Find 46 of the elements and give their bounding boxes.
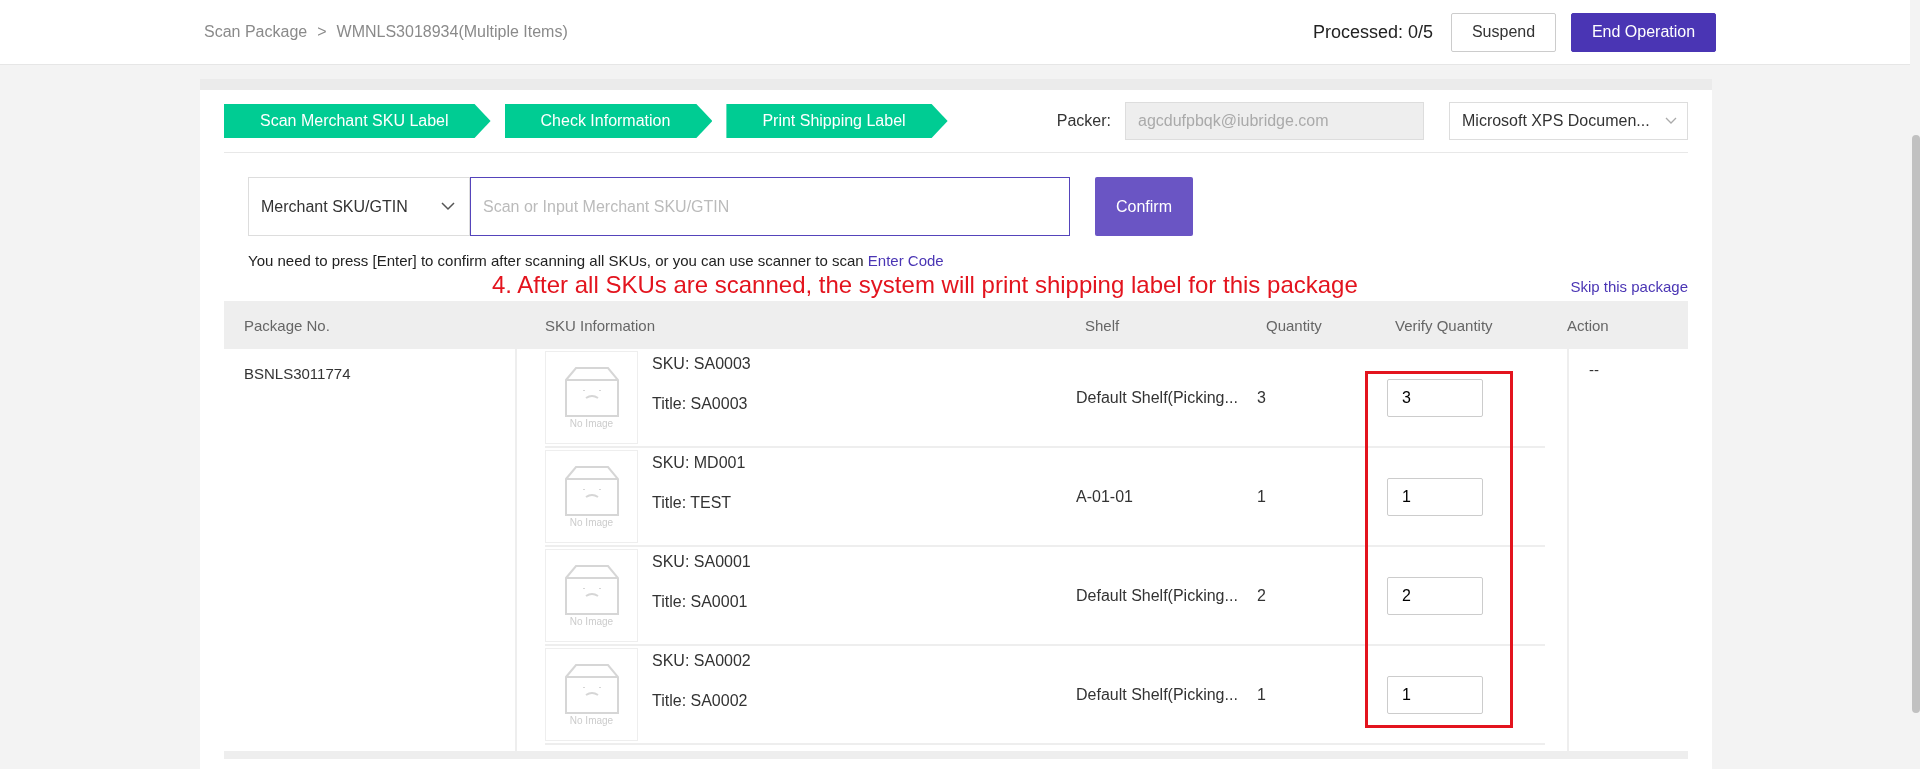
column-header: Shelf [1085,316,1121,334]
column-header: Quantity [1266,316,1323,334]
chevron-down-icon [441,202,455,211]
enter-code-link[interactable]: Enter Code [867,252,944,269]
table-cell: -- [1589,361,1599,378]
table-cell-text: 2 [1257,586,1267,605]
hint-text: You need to press [Enter] to confirm after scanning all SKUs, or you can use scanner to scan Enter Code [248,252,944,269]
verify-quantity-field[interactable]: 3 [1387,378,1483,417]
printer-select[interactable]: Microsoft XPS Documen... [1449,102,1688,140]
scrollbar-thumb[interactable] [1912,135,1920,713]
table-cell-text: Default Shelf(Picking... [1076,685,1239,704]
suspend-button[interactable]: Suspend [1451,12,1556,52]
table-cell-text: 3 [1257,388,1267,407]
breadcrumb-item[interactable]: Scan Package [204,23,308,41]
verify-quantity-field[interactable]: 2 [1387,576,1483,615]
table-cell-text: 1 [1257,685,1267,704]
title-text: Title: SA0003 [652,395,749,413]
table-cell: BSNLS3011774 [244,365,351,382]
sku-text: SKU: SA0002 [652,652,752,670]
breadcrumb-separator: > [317,23,327,41]
title-text: Title: TEST [652,494,733,512]
sku-text: SKU: SA0003 [652,355,752,373]
annotation-text: 4. After all SKUs are scanned, the system will print shipping label for this package [492,271,1358,299]
chevron-down-icon [1665,117,1677,125]
processed-count: Processed: 0/5 [1312,21,1433,43]
title-text: Title: SA0001 [652,593,749,611]
packer-label: Packer: [1056,112,1111,130]
sku-input-field[interactable]: Scan or Input Merchant SKU/GTIN [470,177,1070,236]
sku-text: SKU: SA0001 [652,553,752,571]
scan-type-select[interactable]: Merchant SKU/GTIN [248,177,470,236]
end-operation-button[interactable]: End Operation [1571,12,1716,52]
breadcrumb-item: WMNLS3018934(Multiple Items) [336,23,568,41]
title-text: Title: SA0002 [652,692,749,710]
table-cell-text: Default Shelf(Picking... [1076,388,1239,407]
verify-quantity-field[interactable]: 1 [1387,477,1483,516]
table-cell-text: Default Shelf(Picking... [1076,586,1239,605]
skip-package-link[interactable]: Skip this package [1570,278,1688,295]
column-header: Action [1567,316,1609,334]
table-cell-text: 1 [1257,487,1267,506]
column-header: Verify Quantity [1395,316,1494,334]
confirm-button[interactable]: Confirm [1095,177,1193,236]
column-header: SKU Information [545,316,657,334]
column-header: Package No. [243,316,331,334]
sku-text: SKU: MD001 [652,454,747,472]
verify-quantity-field[interactable]: 1 [1387,675,1483,714]
table-cell-text: A-01-01 [1076,487,1134,506]
